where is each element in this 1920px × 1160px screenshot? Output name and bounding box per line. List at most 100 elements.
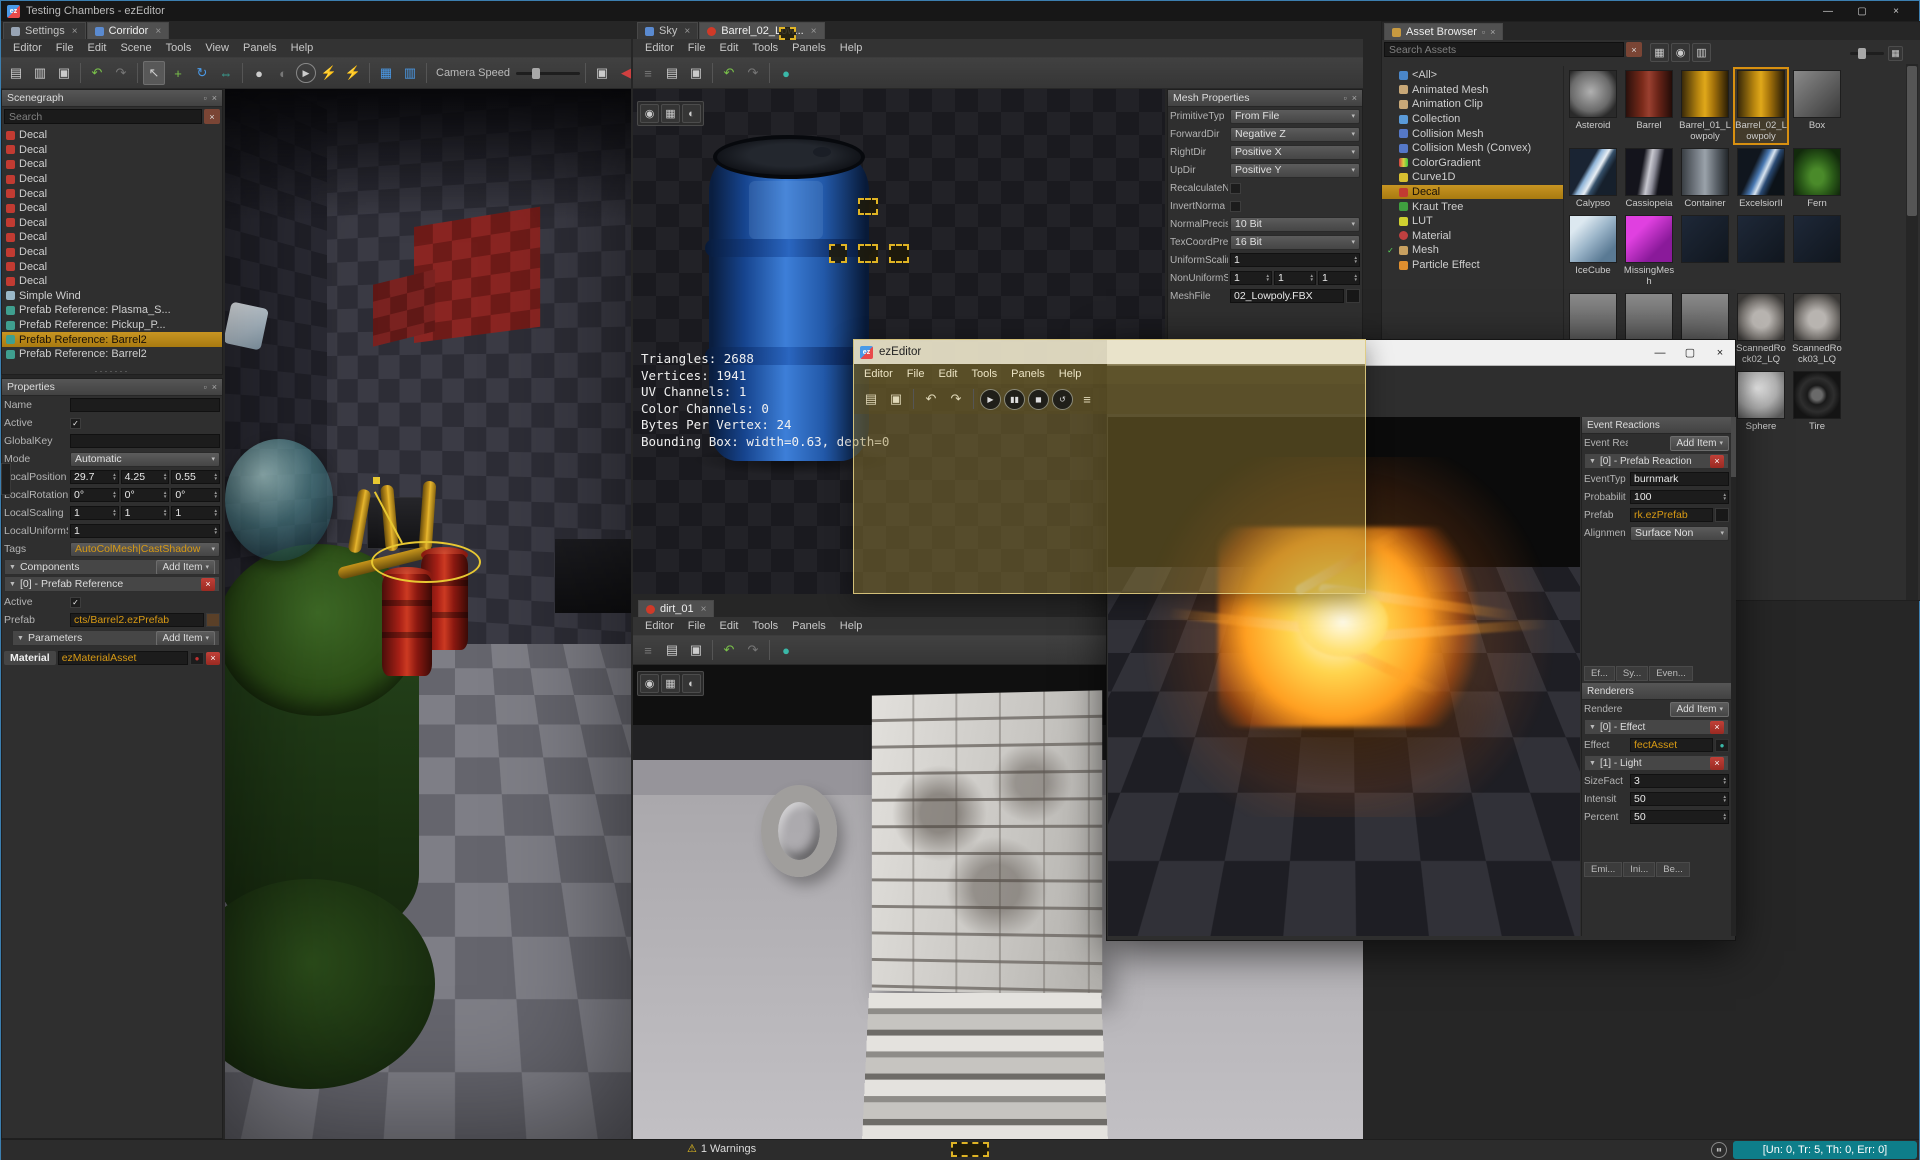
scaling-x-spinner[interactable]: 1 — [70, 506, 119, 520]
pause-status-icon[interactable]: ▮▮ — [1711, 1142, 1727, 1158]
asset-item[interactable]: ExcelsiorII — [1734, 146, 1788, 211]
component-active-checkbox[interactable] — [70, 596, 81, 608]
asset-type-filter[interactable]: Particle Effect — [1382, 258, 1563, 273]
scrollbar-thumb[interactable] — [1731, 417, 1736, 477]
intensity-spinner[interactable]: 50 — [1630, 792, 1729, 806]
event-type-field[interactable]: burnmark — [1630, 472, 1729, 486]
save-button[interactable]: ▣ — [885, 388, 907, 410]
tab-close-icon[interactable] — [811, 26, 817, 37]
small-thumbs-button[interactable]: ▦ — [1888, 46, 1903, 61]
asset-item[interactable]: Barrel — [1622, 68, 1676, 144]
recalculate-normals-checkbox[interactable] — [1230, 182, 1241, 194]
undo-button[interactable]: ↶ — [718, 638, 740, 662]
scenegraph-item[interactable]: Prefab Reference: Barrel2 — [2, 332, 222, 347]
active-checkbox[interactable] — [70, 417, 81, 429]
remove-reaction-button[interactable] — [1710, 454, 1724, 468]
spinner-arrows-icon[interactable] — [214, 491, 218, 498]
asset-item[interactable] — [1790, 213, 1844, 289]
asset-item[interactable]: Fern — [1790, 146, 1844, 211]
event-reactions-header[interactable]: Event Reactions — [1582, 417, 1731, 434]
scenegraph-item[interactable]: Decal — [2, 157, 222, 172]
dock-tab[interactable]: Ef... — [1584, 666, 1615, 681]
menu-item[interactable]: Edit — [81, 41, 112, 55]
asset-type-filter[interactable]: ColorGradient — [1382, 156, 1563, 171]
scene-3d-viewport[interactable] — [225, 89, 631, 1139]
maximize-button[interactable]: ▢ — [1675, 340, 1705, 365]
asset-type-filter[interactable]: Material — [1382, 229, 1563, 244]
scenegraph-item[interactable]: Decal — [2, 143, 222, 158]
warnings-badge[interactable]: ⚠ 1 Warnings — [687, 1142, 756, 1156]
scrollbar-thumb[interactable] — [1907, 66, 1917, 216]
alignment-dropdown[interactable]: Surface Non — [1630, 525, 1729, 541]
dock-tab[interactable]: Emi... — [1584, 862, 1623, 877]
position-x-spinner[interactable]: 29.7 — [70, 470, 119, 484]
add-renderer-button[interactable]: Add Item — [1670, 701, 1729, 717]
save-button[interactable]: ▣ — [53, 61, 75, 85]
mesh-properties-header[interactable]: Mesh Properties — [1168, 90, 1362, 107]
spinner-arrows-icon[interactable] — [1354, 256, 1358, 263]
menu-item[interactable]: Editor — [858, 367, 899, 381]
menu-item[interactable]: Scene — [114, 41, 157, 55]
undo-button[interactable]: ↶ — [86, 61, 108, 85]
menu-item[interactable]: Editor — [639, 619, 680, 633]
simulate-speed-button[interactable]: ⚡ — [342, 61, 364, 85]
dock-tab[interactable]: Be... — [1656, 862, 1690, 877]
spinner-arrows-icon[interactable] — [214, 509, 218, 516]
grid-toggle-button[interactable]: ▦ — [661, 104, 680, 123]
save-button[interactable]: ▣ — [685, 638, 707, 662]
collapse-icon[interactable] — [9, 581, 16, 588]
render-mode-button[interactable]: ◐ — [682, 104, 701, 123]
simulate-button[interactable]: ⚡ — [318, 61, 340, 85]
percentage-spinner[interactable]: 50 — [1630, 810, 1729, 824]
material-asset-field[interactable]: ezMaterialAsset — [57, 651, 188, 665]
size-factor-spinner[interactable]: 3 — [1630, 774, 1729, 788]
document-tab[interactable]: dirt_01 — [638, 600, 715, 617]
rotation-x-spinner[interactable]: 0° — [70, 488, 119, 502]
undo-button[interactable]: ↶ — [920, 388, 942, 410]
scenegraph-item[interactable]: Decal — [2, 274, 222, 289]
search-clear-icon[interactable] — [204, 109, 220, 124]
menu-item[interactable]: Panels — [1005, 367, 1051, 381]
menu-item[interactable]: File — [50, 41, 80, 55]
asset-type-filter[interactable]: Kraut Tree — [1382, 199, 1563, 214]
scenegraph-item[interactable]: Decal — [2, 259, 222, 274]
spinner-arrows-icon[interactable] — [163, 473, 167, 480]
invert-normals-checkbox[interactable] — [1230, 200, 1241, 212]
spinner-arrows-icon[interactable] — [112, 509, 116, 516]
remove-renderer-button[interactable] — [1710, 756, 1724, 770]
asset-grid-scrollbar[interactable] — [1906, 64, 1918, 600]
filter-type-button[interactable]: ▦ — [1650, 43, 1669, 62]
pause-simulation-button[interactable]: ▮▮ — [1004, 388, 1025, 410]
camera-view-button[interactable]: ◉ — [640, 104, 659, 123]
redo-button[interactable]: ↷ — [742, 638, 764, 662]
spinner-arrows-icon[interactable] — [1723, 813, 1727, 820]
position-z-spinner[interactable]: 0.55 — [171, 470, 221, 484]
menu-item[interactable]: Edit — [713, 619, 744, 633]
spinner-arrows-icon[interactable] — [214, 473, 218, 480]
new-document-button[interactable]: ▤ — [860, 388, 882, 410]
spinner-arrows-icon[interactable] — [1723, 777, 1727, 784]
rotation-y-spinner[interactable]: 0° — [120, 488, 170, 502]
remove-renderer-button[interactable] — [1710, 720, 1724, 734]
asset-item[interactable]: MissingMesh — [1622, 213, 1676, 289]
add-parameter-button[interactable]: Add Item — [156, 631, 215, 645]
tab-close-icon[interactable] — [684, 26, 690, 37]
asset-type-filter[interactable]: Collision Mesh — [1382, 126, 1563, 141]
panel-close-icon[interactable] — [1352, 93, 1357, 103]
nonuniform-y-spinner[interactable]: 1 — [1274, 271, 1316, 285]
panel-close-icon[interactable] — [212, 382, 217, 392]
close-button[interactable]: × — [1879, 1, 1913, 21]
play-scene-button[interactable]: ▶ — [296, 63, 316, 83]
render-mode-button[interactable]: ● — [248, 61, 270, 85]
collapse-icon[interactable] — [1589, 458, 1596, 465]
redo-button[interactable]: ↷ — [945, 388, 967, 410]
menu-item[interactable]: Editor — [7, 41, 48, 55]
scenegraph-item[interactable]: Decal — [2, 230, 222, 245]
collapsed-panel-tab[interactable] — [1, 463, 11, 495]
menu-item[interactable]: Tools — [965, 367, 1003, 381]
asset-item[interactable]: IceCube — [1566, 213, 1620, 289]
menu-item[interactable]: Tools — [746, 41, 784, 55]
asset-item[interactable]: ScannedRock03_LQ — [1790, 291, 1844, 367]
new-document-button[interactable]: ▤ — [5, 61, 27, 85]
collapse-icon[interactable] — [9, 564, 16, 571]
